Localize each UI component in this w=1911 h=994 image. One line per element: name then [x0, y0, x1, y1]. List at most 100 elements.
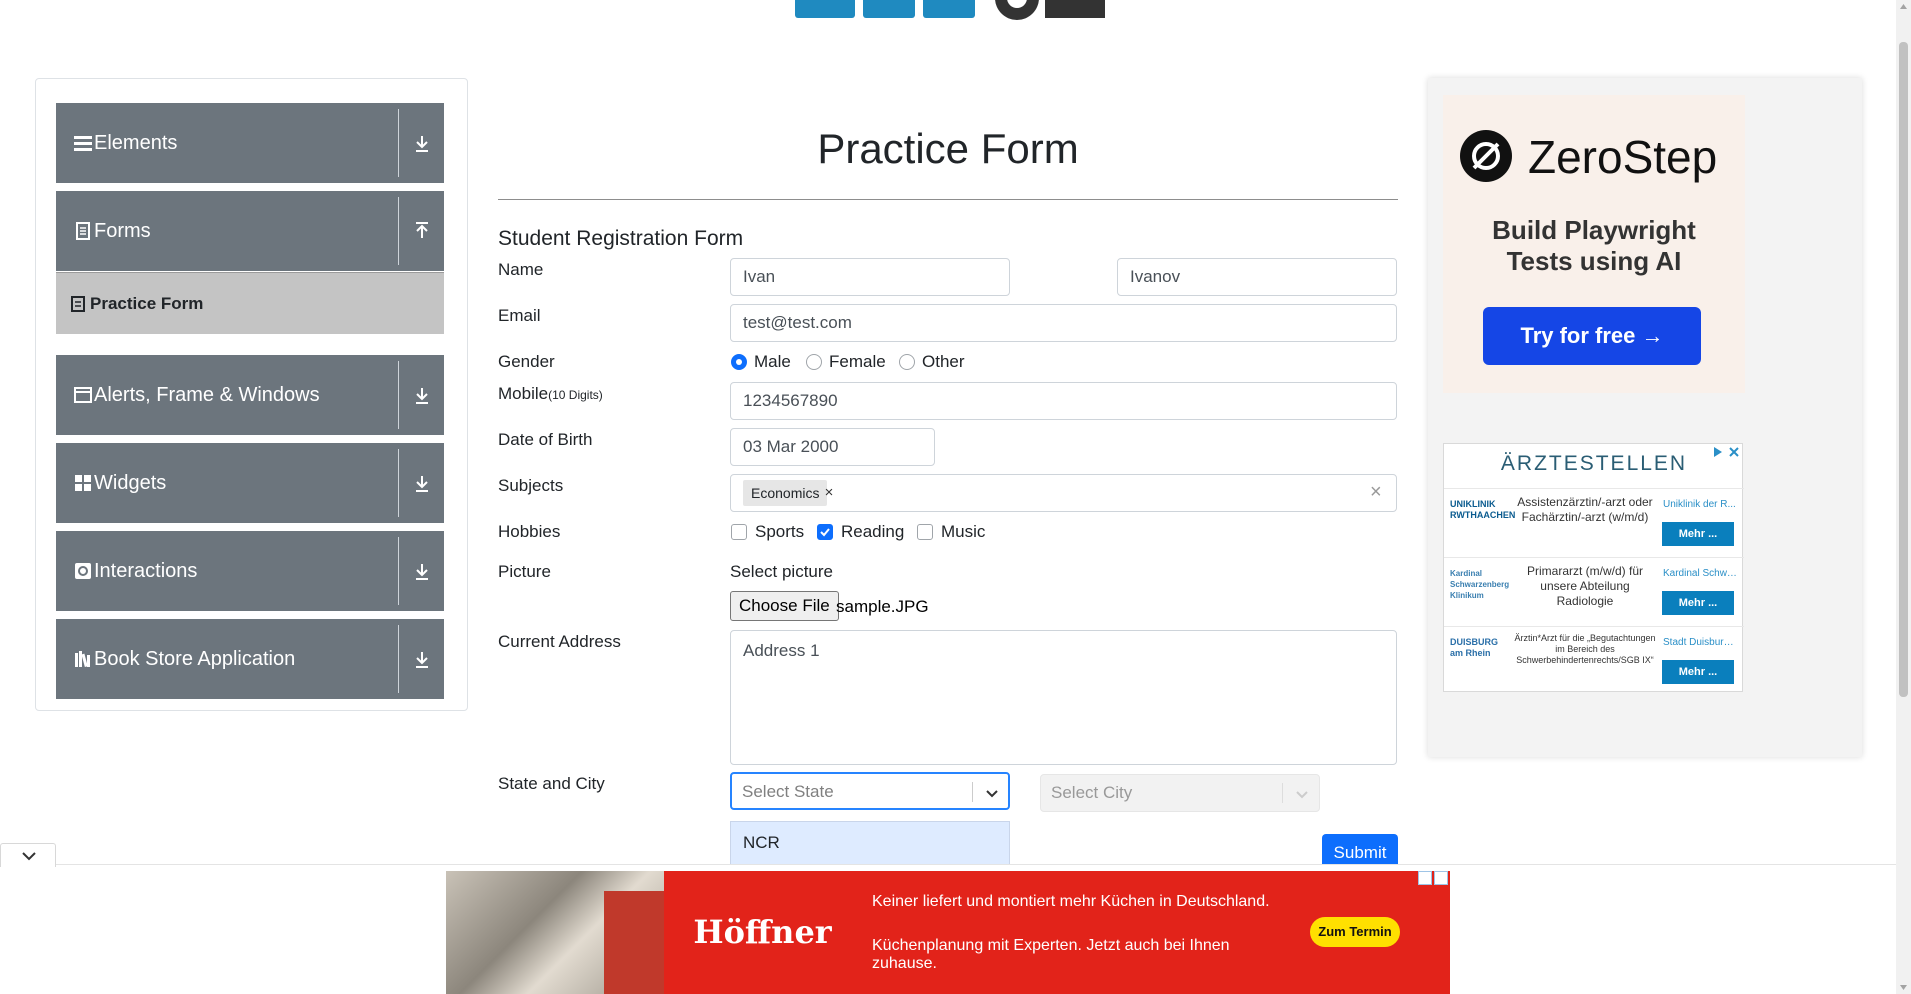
download-icon[interactable]: [410, 559, 434, 583]
job-title: Primararzt (m/w/d) für unsere Abteilung …: [1526, 564, 1643, 608]
hoeffner-cta-button[interactable]: Zum Termin: [1310, 917, 1400, 947]
hoeffner-logo: Höffner: [680, 891, 845, 973]
download-icon[interactable]: [410, 647, 434, 671]
gender-male-radio[interactable]: [731, 354, 747, 370]
toolsqa-logo[interactable]: [795, 0, 1125, 40]
gender-male-label[interactable]: Male: [754, 352, 791, 372]
sidebar-group-label: Forms: [94, 220, 151, 242]
employer-logo: Kardinal Schwarzenberg Klinikum: [1450, 569, 1510, 600]
chip-remove-icon[interactable]: ×: [820, 480, 838, 506]
clear-all-icon[interactable]: ×: [1370, 481, 1382, 504]
sidebar-group-alerts[interactable]: Alerts, Frame & Windows: [56, 355, 444, 435]
scroll-down-icon[interactable]: [1899, 983, 1908, 992]
divider: [398, 109, 399, 177]
download-icon[interactable]: [410, 383, 434, 407]
sidebar-item-practice-form[interactable]: Practice Form: [56, 272, 444, 334]
sidebar-group-elements[interactable]: Elements: [56, 103, 444, 183]
hoeffner-text-1: Keiner liefert und montiert mehr Küchen …: [872, 893, 1270, 910]
adchoices-icon[interactable]: [1418, 871, 1432, 885]
collapse-ad-button[interactable]: [0, 843, 56, 867]
city-select[interactable]: Select City: [1040, 774, 1320, 812]
scrollbar-thumb[interactable]: [1899, 42, 1908, 697]
first-name-input[interactable]: Ivan: [730, 258, 1010, 296]
upload-icon[interactable]: [410, 219, 434, 243]
hobby-sports-checkbox[interactable]: [731, 524, 747, 540]
hoeffner-text-2: Küchenplanung mit Experten. Jetzt auch b…: [872, 937, 1230, 972]
dob-input[interactable]: 03 Mar 2000: [730, 428, 935, 466]
list-item[interactable]: UNIKLINIK RWTHAACHEN Assistenzärztin/-ar…: [1444, 488, 1744, 556]
hobby-sports-label[interactable]: Sports: [755, 522, 804, 542]
interactions-icon: [75, 563, 91, 579]
email-label: Email: [498, 306, 541, 325]
choose-file-button[interactable]: Choose File: [730, 591, 839, 621]
file-name: sample.JPG: [836, 597, 929, 616]
download-icon[interactable]: [410, 471, 434, 495]
sidebar-group-widgets[interactable]: Widgets: [56, 443, 444, 523]
divider: [1282, 783, 1283, 803]
sidebar-group-label: Interactions: [94, 560, 198, 582]
books-icon: [75, 651, 90, 668]
hobby-music-label[interactable]: Music: [941, 522, 985, 542]
chevron-down-icon: [22, 852, 36, 861]
sidebar-group-label: Book Store Application: [94, 648, 296, 670]
sidebar-group-interactions[interactable]: Interactions: [56, 531, 444, 611]
subjects-label: Subjects: [498, 476, 564, 495]
picture-label: Picture: [498, 562, 551, 581]
sidebar-group-forms[interactable]: Forms: [56, 191, 444, 271]
adchoices-icon[interactable]: [1712, 446, 1724, 458]
list-item[interactable]: Kardinal Schwarzenberg Klinikum Primarar…: [1444, 557, 1744, 625]
address-label: Current Address: [498, 632, 621, 651]
window-icon: [74, 387, 92, 403]
download-icon[interactable]: [410, 131, 434, 155]
gender-other-label[interactable]: Other: [922, 352, 965, 372]
chevron-down-icon[interactable]: [1294, 786, 1310, 802]
job-source: Kardinal Schwa...: [1663, 568, 1737, 579]
gender-female-label[interactable]: Female: [829, 352, 886, 372]
zerostep-brand: ZeroStep: [1528, 131, 1718, 183]
aerztestellen-ad[interactable]: ÄRZTESTELLEN UNIKLINIK RWTHAACHEN Assist…: [1443, 443, 1744, 694]
gender-female-radio[interactable]: [806, 354, 822, 370]
close-icon[interactable]: [1728, 446, 1740, 458]
state-select[interactable]: Select State: [730, 772, 1010, 810]
divider: [398, 197, 399, 265]
mehr-button[interactable]: Mehr ...: [1662, 591, 1734, 615]
state-option-ncr[interactable]: NCR: [743, 822, 780, 864]
email-input[interactable]: test@test.com: [730, 304, 1397, 342]
hobby-music-checkbox[interactable]: [917, 524, 933, 540]
gender-other-radio[interactable]: [899, 354, 915, 370]
person-shape: [604, 891, 664, 994]
list-item[interactable]: DUISBURG am Rhein Ärztin*Arzt für die „B…: [1444, 626, 1744, 694]
zerostep-cta-button[interactable]: Try for free →: [1483, 307, 1701, 365]
form-icon: [71, 296, 85, 312]
title-divider: [498, 199, 1398, 200]
widgets-icon: [75, 475, 91, 491]
mehr-button[interactable]: Mehr ...: [1662, 522, 1734, 546]
form-heading: Student Registration Form: [498, 227, 744, 250]
close-icon[interactable]: [1434, 871, 1448, 885]
sidebar-group-label: Alerts, Frame & Windows: [94, 384, 320, 406]
address-textarea[interactable]: Address 1: [730, 630, 1397, 765]
divider: [398, 361, 399, 429]
divider: [972, 782, 973, 802]
aerztestellen-title: ÄRZTESTELLEN: [1500, 452, 1688, 475]
job-title: Assistenzärztin/-arzt oder Fachärztin/-a…: [1517, 495, 1653, 524]
chevron-down-icon[interactable]: [984, 785, 1000, 801]
last-name-input[interactable]: Ivanov: [1117, 258, 1397, 296]
hobby-reading-label[interactable]: Reading: [841, 522, 904, 542]
zerostep-logo-icon: [1460, 130, 1512, 182]
hobby-reading-checkbox[interactable]: [817, 524, 833, 540]
hobbies-label: Hobbies: [498, 522, 561, 541]
mobile-label-text: Mobile: [498, 384, 549, 403]
mobile-hint: (10 Digits): [548, 388, 603, 402]
page-title: Practice Form: [817, 125, 1079, 172]
sidebar-group-book-store[interactable]: Book Store Application: [56, 619, 444, 699]
name-label: Name: [498, 260, 544, 279]
scroll-up-icon[interactable]: [1899, 2, 1908, 11]
state-dropdown-menu: NCR: [730, 821, 1010, 865]
divider: [398, 449, 399, 517]
mehr-button[interactable]: Mehr ...: [1662, 660, 1734, 684]
mobile-input[interactable]: 1234567890: [730, 382, 1397, 420]
document-icon: [76, 222, 90, 240]
mobile-label: Mobile(10 Digits): [498, 384, 603, 404]
employer-logo: UNIKLINIK RWTHAACHEN: [1450, 499, 1516, 520]
